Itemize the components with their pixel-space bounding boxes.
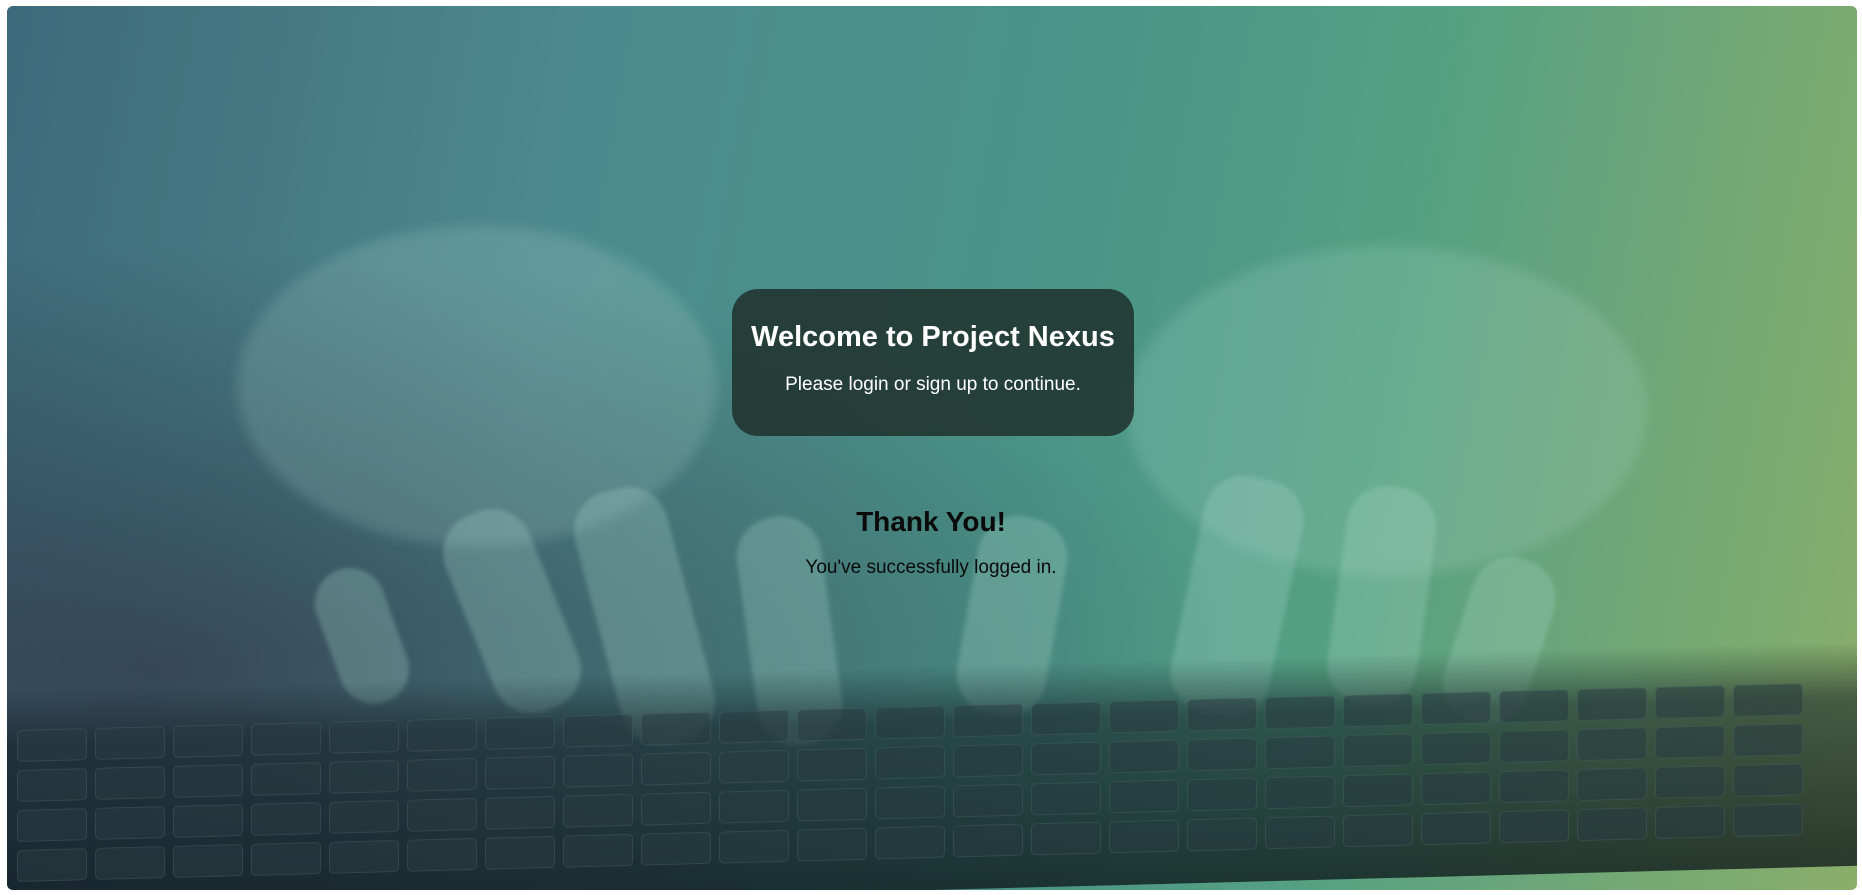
welcome-title: Welcome to Project Nexus — [751, 321, 1115, 353]
keyboard-shape — [7, 641, 1857, 890]
welcome-card: Welcome to Project Nexus Please login or… — [732, 289, 1134, 436]
confirmation-message: You've successfully logged in. — [805, 557, 1057, 578]
welcome-subtitle: Please login or sign up to continue. — [785, 374, 1081, 395]
confirmation-title: Thank You! — [856, 506, 1006, 537]
confirmation-section: Thank You! You've successfully logged in… — [0, 505, 1862, 579]
background-hero — [7, 6, 1857, 890]
